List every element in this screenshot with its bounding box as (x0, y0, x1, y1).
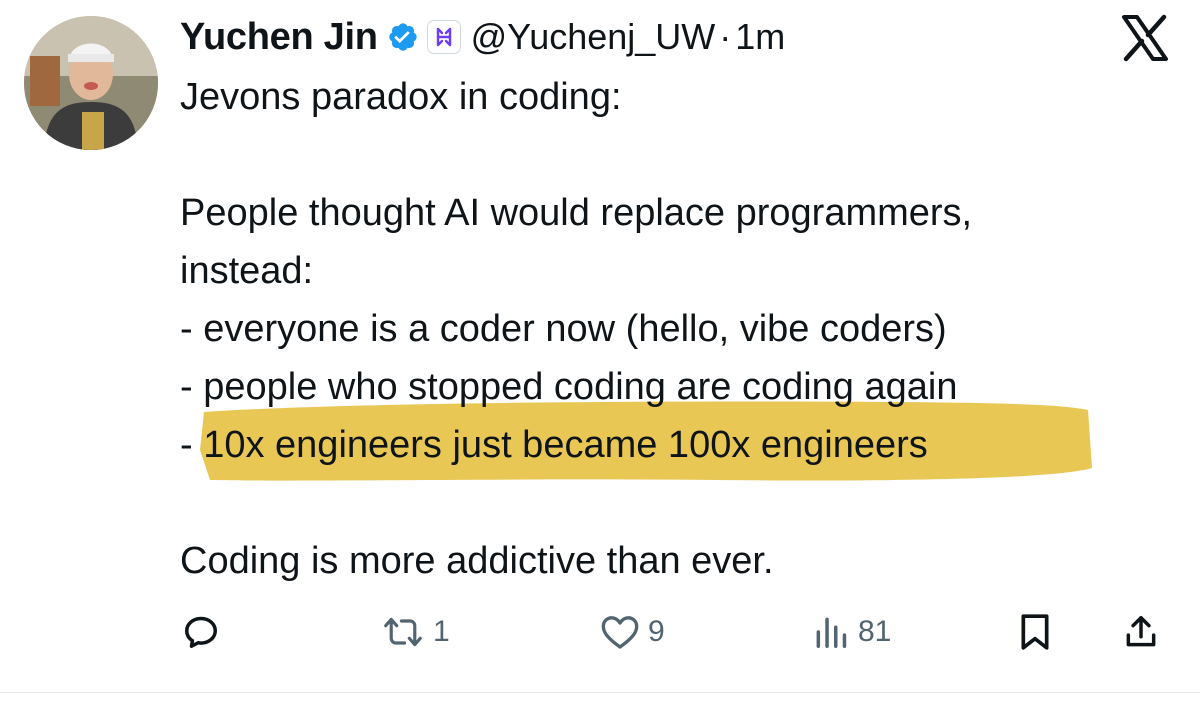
like-button[interactable]: 9 (600, 602, 665, 662)
tweet-line-highlighted: - 10x engineers just became 100x enginee… (180, 416, 1180, 474)
tweet-text: Jevons paradox in coding: People thought… (180, 68, 1180, 590)
author-name[interactable]: Yuchen Jin (180, 16, 378, 59)
views-button[interactable]: 81 (812, 602, 891, 662)
tweet-line-text: - 10x engineers just became 100x enginee… (180, 424, 928, 466)
like-icon (601, 616, 639, 649)
tweet-line-text: - people who stopped coding are coding a… (180, 366, 958, 408)
retweet-count: 1 (433, 615, 450, 648)
divider (0, 692, 1200, 693)
tweet-header: Yuchen Jin @Yuchenj_UW · 1m (180, 10, 785, 64)
like-count: 9 (648, 615, 665, 648)
reply-icon (185, 616, 217, 648)
retweet-icon (384, 617, 422, 647)
x-logo-icon[interactable] (1120, 14, 1170, 62)
tweet-line: - people who stopped coding are coding a… (180, 358, 1180, 416)
share-icon (1126, 616, 1156, 647)
verified-icon (387, 21, 419, 53)
retweet-button[interactable]: 1 (381, 602, 450, 662)
tweet-line: - everyone is a coder now (hello, vibe c… (180, 308, 947, 350)
tweet-line: People thought AI would replace programm… (180, 192, 973, 234)
views-icon (816, 617, 847, 648)
view-count: 81 (858, 615, 892, 648)
tweet-line: Jevons paradox in coding: (180, 76, 622, 118)
timestamp[interactable]: 1m (735, 16, 785, 58)
bookmark-button[interactable] (1018, 602, 1052, 662)
bookmark-icon (1021, 614, 1049, 650)
tweet-line: instead: (180, 250, 314, 292)
reply-button[interactable] (182, 602, 228, 662)
action-bar: 1 9 81 (176, 602, 1176, 662)
tweet-card: Yuchen Jin @Yuchenj_UW · 1m Jevons parad… (0, 0, 1200, 705)
separator-dot: · (719, 16, 732, 57)
share-button[interactable] (1122, 602, 1160, 662)
author-handle[interactable]: @Yuchenj_UW (471, 16, 716, 58)
avatar[interactable] (24, 16, 158, 150)
affiliate-badge-icon[interactable] (426, 20, 461, 54)
tweet-line: Coding is more addictive than ever. (180, 540, 774, 582)
